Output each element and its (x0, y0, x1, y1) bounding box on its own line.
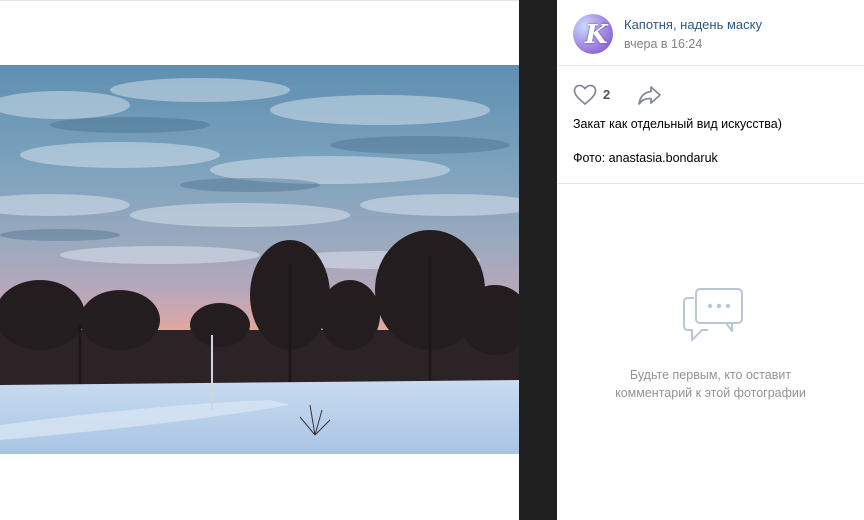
post-actions: 2 (573, 84, 853, 108)
no-comments-line2: комментарий к этой фотографии (615, 386, 806, 400)
share-arrow-icon[interactable] (637, 84, 663, 106)
like-count: 2 (603, 87, 611, 102)
photo-credit: Фото: anastasia.bondaruk (573, 151, 718, 165)
top-border (0, 0, 519, 1)
post-time[interactable]: вчера в 16:24 (624, 37, 702, 51)
post-header: K Капотня, надень маску вчера в 16:24 (557, 0, 864, 66)
post-panel: K Капотня, надень маску вчера в 16:24 2 … (557, 0, 864, 520)
avatar[interactable]: K (573, 14, 613, 54)
post-caption: Закат как отдельный вид искусства) (573, 117, 782, 131)
post-photo[interactable] (0, 65, 519, 454)
photo-viewer (0, 0, 519, 520)
speech-bubbles-icon (682, 286, 744, 346)
viewer-divider (519, 0, 557, 520)
comments-separator (557, 183, 864, 184)
author-name[interactable]: Капотня, надень маску (624, 17, 762, 32)
no-comments-text: Будьте первым, кто оставит комментарий к… (557, 366, 864, 402)
no-comments-line1: Будьте первым, кто оставит (629, 368, 792, 382)
heart-icon[interactable] (573, 84, 597, 106)
avatar-letter: K (585, 20, 608, 50)
